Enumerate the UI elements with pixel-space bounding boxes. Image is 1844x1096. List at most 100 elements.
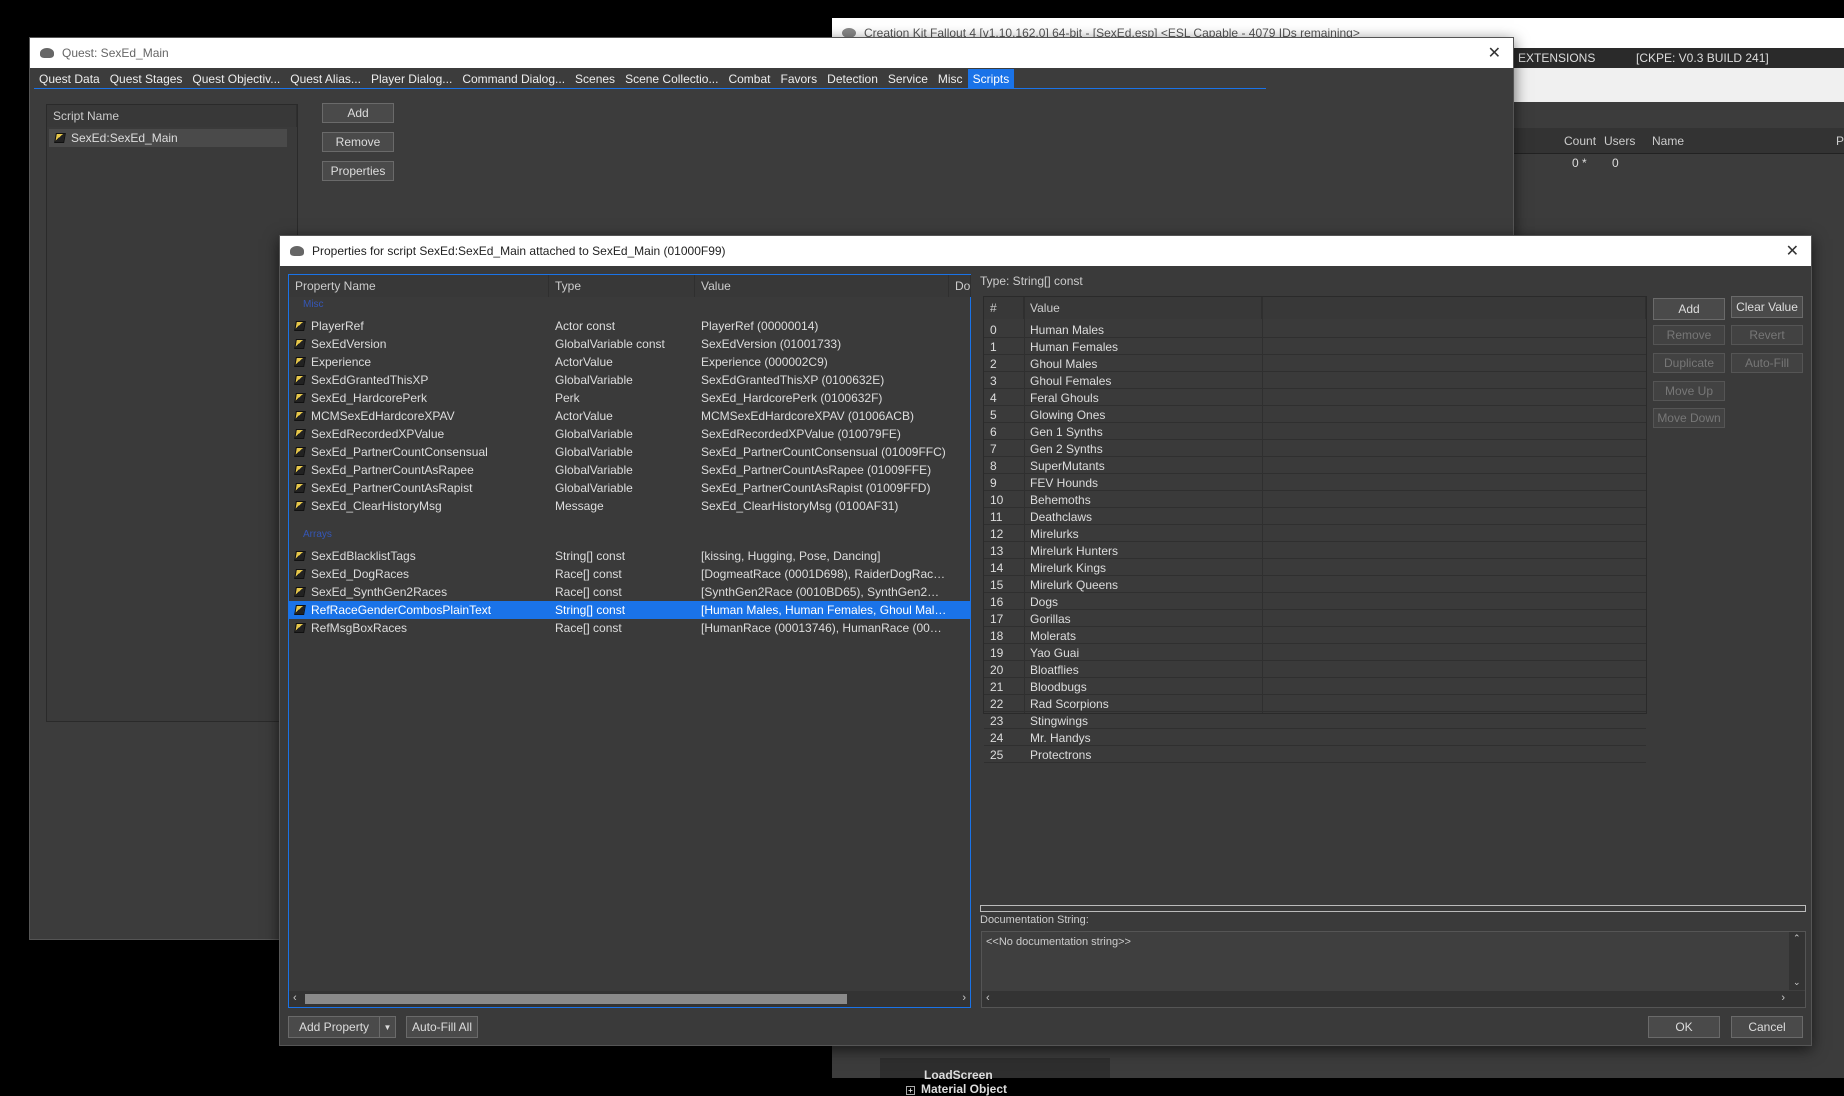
- list-item[interactable]: 16 Dogs: [984, 593, 1646, 610]
- tree-item-material-object[interactable]: + Material Object: [906, 1082, 1007, 1096]
- background-list-row[interactable]: 0 * 0: [1512, 154, 1844, 172]
- array-value-list[interactable]: # Value 0 Human Males 1 Human Females 2 Ghoul…: [983, 296, 1647, 763]
- table-row[interactable]: RefMsgBoxRaces Race[] const [HumanRace (00…: [289, 619, 970, 637]
- tab-scripts[interactable]: Scripts: [967, 69, 1015, 89]
- tab-quest-objectiv[interactable]: Quest Objectiv...: [187, 69, 285, 89]
- cancel-button[interactable]: Cancel: [1731, 1016, 1803, 1038]
- table-row[interactable]: SexEd_DogRaces Race[] const [DogmeatRace (…: [289, 565, 970, 583]
- table-row[interactable]: MCMSexEdHardcoreXPAV ActorValue MCMSexEdHa…: [289, 407, 970, 425]
- list-item[interactable]: 7 Gen 2 Synths: [984, 440, 1646, 457]
- list-item[interactable]: 25 Protectrons: [984, 746, 1646, 763]
- table-row[interactable]: SexEdVersion GlobalVariable const SexEdVer…: [289, 335, 970, 353]
- column-array-value[interactable]: Value: [1024, 297, 1262, 319]
- column-count[interactable]: Count: [1564, 134, 1596, 148]
- revert-button[interactable]: Revert: [1731, 325, 1803, 345]
- tab-service[interactable]: Service: [883, 69, 933, 89]
- list-item[interactable]: 9 FEV Hounds: [984, 474, 1646, 491]
- auto-fill-button[interactable]: Auto-Fill: [1731, 353, 1803, 373]
- doc-vertical-scrollbar[interactable]: ⌃ ⌄: [1789, 932, 1805, 990]
- column-index[interactable]: #: [984, 297, 1024, 319]
- list-item[interactable]: 19 Yao Guai: [984, 644, 1646, 661]
- list-item[interactable]: 5 Glowing Ones: [984, 406, 1646, 423]
- tab-command-dialog[interactable]: Command Dialog...: [457, 69, 570, 89]
- tab-scenes[interactable]: Scenes: [570, 69, 620, 89]
- column-value[interactable]: Value: [695, 275, 949, 297]
- close-icon[interactable]: ✕: [1786, 241, 1799, 261]
- list-item[interactable]: SexEd:SexEd_Main: [49, 129, 287, 147]
- list-item[interactable]: 10 Behemoths: [984, 491, 1646, 508]
- move-up-button[interactable]: Move Up: [1653, 381, 1725, 401]
- doc-string-textarea[interactable]: <<No documentation string>> ⌃ ⌄ ‹ ›: [981, 931, 1806, 1008]
- list-item[interactable]: 11 Deathclaws: [984, 508, 1646, 525]
- horizontal-scrollbar[interactable]: ‹ ›: [289, 991, 970, 1007]
- list-item[interactable]: 1 Human Females: [984, 338, 1646, 355]
- tab-player-dialog[interactable]: Player Dialog...: [366, 69, 457, 89]
- scroll-right-icon[interactable]: ›: [962, 992, 966, 1004]
- tab-quest-data[interactable]: Quest Data: [34, 69, 105, 89]
- clear-value-button[interactable]: Clear Value: [1731, 296, 1803, 318]
- list-item[interactable]: 8 SuperMutants: [984, 457, 1646, 474]
- table-row[interactable]: SexEdGrantedThisXP GlobalVariable SexEdGra…: [289, 371, 970, 389]
- table-row[interactable]: SexEd_PartnerCountAsRapist GlobalVariable…: [289, 479, 970, 497]
- list-item[interactable]: 22 Rad Scorpions: [984, 695, 1646, 712]
- column-users[interactable]: Users: [1604, 134, 1635, 148]
- ok-button[interactable]: OK: [1648, 1016, 1720, 1038]
- tab-quest-alias[interactable]: Quest Alias...: [285, 69, 366, 89]
- list-item[interactable]: 2 Ghoul Males: [984, 355, 1646, 372]
- menu-extensions[interactable]: EXTENSIONS: [1518, 51, 1595, 65]
- add-property-button[interactable]: Add Property ▼: [288, 1016, 396, 1038]
- list-item[interactable]: 18 Molerats: [984, 627, 1646, 644]
- list-item[interactable]: 13 Mirelurk Hunters: [984, 542, 1646, 559]
- table-row[interactable]: PlayerRef Actor const PlayerRef (00000014): [289, 317, 970, 335]
- list-item[interactable]: 15 Mirelurk Queens: [984, 576, 1646, 593]
- table-row[interactable]: Experience ActorValue Experience (000002C9…: [289, 353, 970, 371]
- tree-expand-icon[interactable]: +: [906, 1086, 915, 1095]
- tree-item-loadscreen[interactable]: LoadScreen: [924, 1068, 993, 1082]
- auto-fill-all-button[interactable]: Auto-Fill All: [406, 1016, 478, 1038]
- tab-combat[interactable]: Combat: [723, 69, 775, 89]
- column-type[interactable]: Type: [549, 275, 695, 297]
- column-p[interactable]: P: [1836, 134, 1844, 148]
- tab-scene-collectio[interactable]: Scene Collectio...: [620, 69, 723, 89]
- scrollbar-thumb[interactable]: [305, 994, 847, 1004]
- table-row[interactable]: RefRaceGenderCombosPlainText String[] con…: [289, 601, 970, 619]
- scroll-up-icon[interactable]: ⌃: [1793, 933, 1801, 944]
- list-item[interactable]: 17 Gorillas: [984, 610, 1646, 627]
- table-row[interactable]: SexEd_SynthGen2Races Race[] const [SynthGe…: [289, 583, 970, 601]
- table-row[interactable]: SexEd_PartnerCountAsRapee GlobalVariable S…: [289, 461, 970, 479]
- list-item[interactable]: 3 Ghoul Females: [984, 372, 1646, 389]
- list-item[interactable]: 0 Human Males: [984, 321, 1646, 338]
- table-row[interactable]: SexEd_ClearHistoryMsg Message SexEd_ClearH…: [289, 497, 970, 515]
- tab-quest-stages[interactable]: Quest Stages: [105, 69, 188, 89]
- table-row[interactable]: SexEd_PartnerCountConsensual GlobalVariab…: [289, 443, 970, 461]
- doc-horizontal-scrollbar[interactable]: ‹ ›: [982, 991, 1805, 1007]
- list-item[interactable]: 12 Mirelurks: [984, 525, 1646, 542]
- remove-element-button[interactable]: Remove: [1653, 325, 1725, 345]
- list-item[interactable]: 4 Feral Ghouls: [984, 389, 1646, 406]
- list-item[interactable]: 6 Gen 1 Synths: [984, 423, 1646, 440]
- properties-button[interactable]: Properties: [322, 161, 394, 181]
- column-doc[interactable]: Do: [949, 275, 971, 297]
- list-item[interactable]: 20 Bloatflies: [984, 661, 1646, 678]
- column-property-name[interactable]: Property Name: [289, 275, 549, 297]
- list-item[interactable]: 23 Stingwings: [984, 712, 1646, 729]
- list-item[interactable]: 14 Mirelurk Kings: [984, 559, 1646, 576]
- scroll-down-icon[interactable]: ⌄: [1793, 977, 1801, 988]
- remove-script-button[interactable]: Remove: [322, 132, 394, 152]
- add-element-button[interactable]: Add: [1653, 298, 1725, 320]
- tab-favors[interactable]: Favors: [775, 69, 822, 89]
- table-row[interactable]: SexEdBlacklistTags String[] const [kissing…: [289, 547, 970, 565]
- add-script-button[interactable]: Add: [322, 103, 394, 123]
- scroll-left-icon[interactable]: ‹: [986, 992, 990, 1004]
- close-icon[interactable]: ✕: [1488, 43, 1501, 63]
- list-item[interactable]: 21 Bloodbugs: [984, 678, 1646, 695]
- scroll-left-icon[interactable]: ‹: [293, 992, 297, 1004]
- column-name[interactable]: Name: [1652, 134, 1684, 148]
- script-name-header[interactable]: Script Name: [47, 105, 297, 127]
- tab-detection[interactable]: Detection: [822, 69, 883, 89]
- list-item[interactable]: 24 Mr. Handys: [984, 729, 1646, 746]
- dropdown-arrow-icon[interactable]: ▼: [379, 1017, 395, 1037]
- table-row[interactable]: SexEd_HardcorePerk Perk SexEd_HardcorePerk…: [289, 389, 970, 407]
- scroll-right-icon[interactable]: ›: [1781, 992, 1785, 1004]
- script-list[interactable]: Script Name SexEd:SexEd_Main: [46, 104, 298, 722]
